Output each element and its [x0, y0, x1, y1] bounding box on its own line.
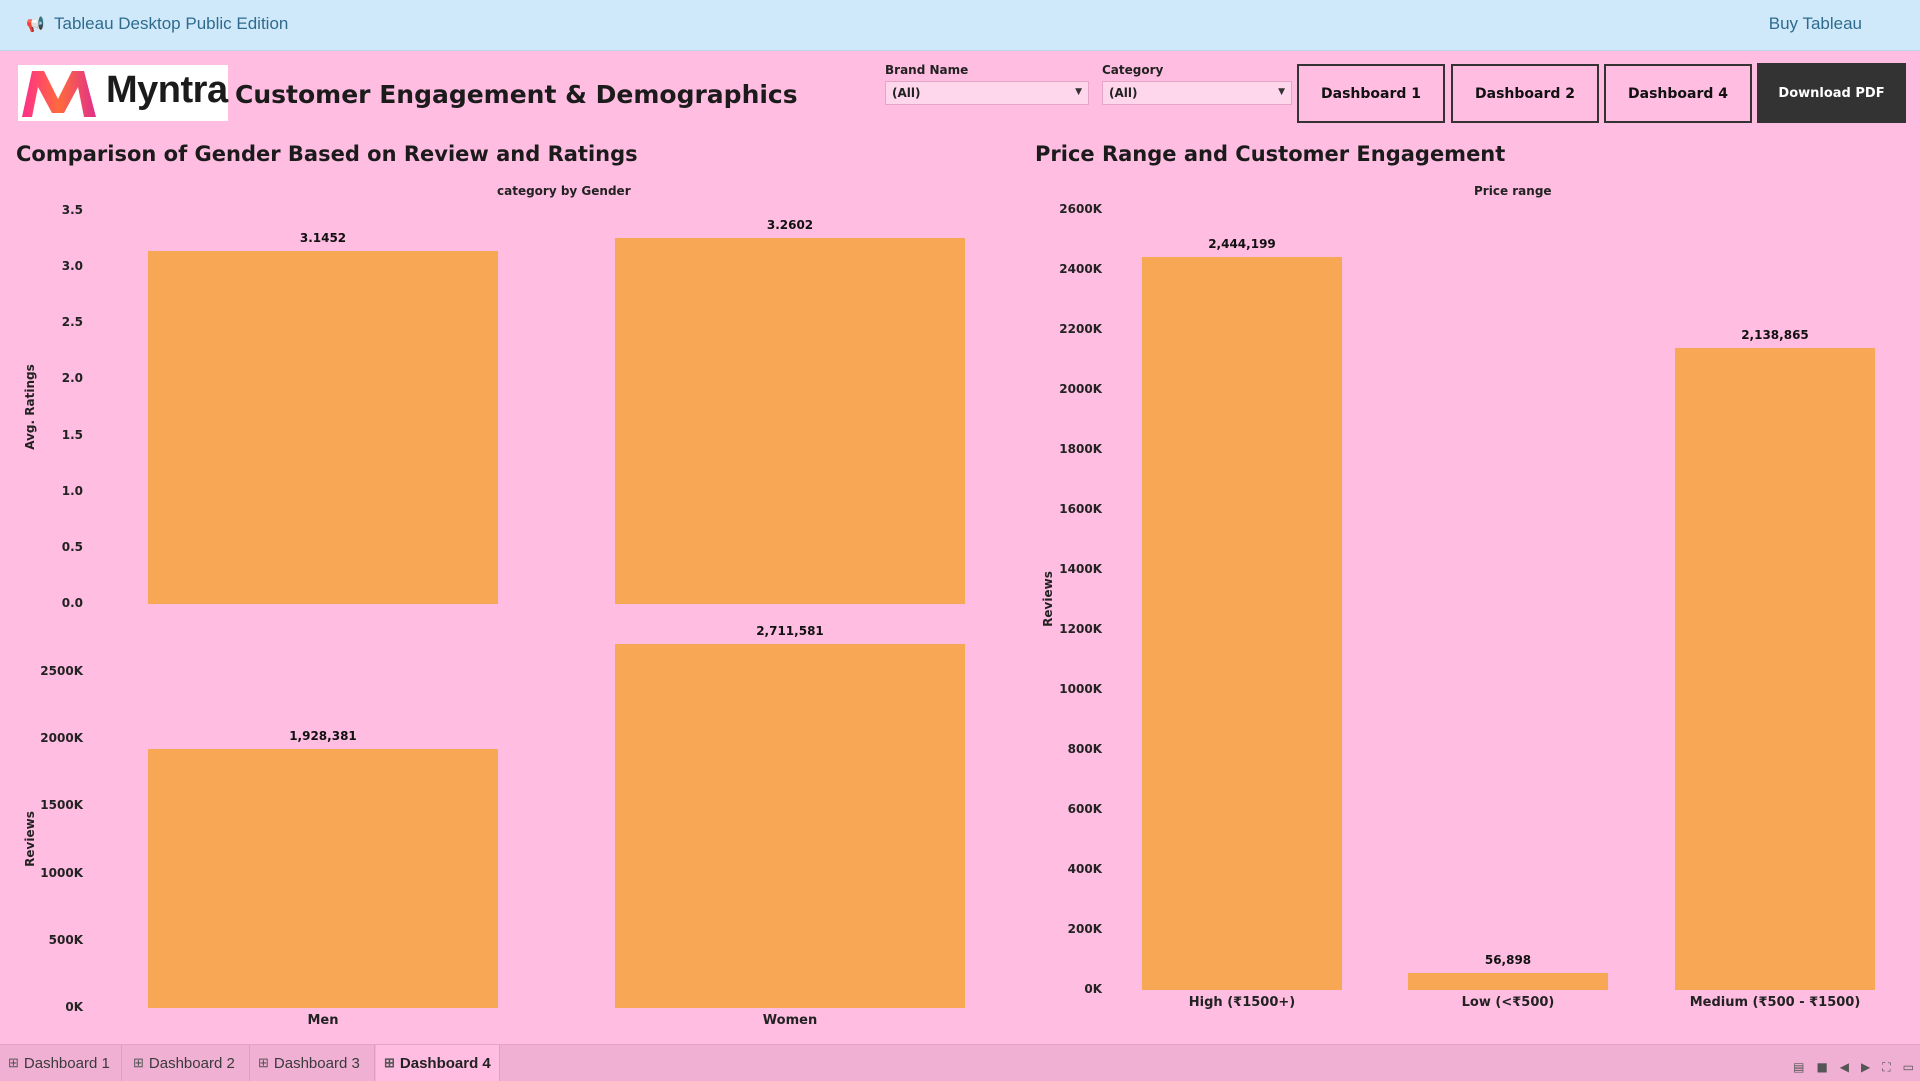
bar-medium-500-1500[interactable]: [1675, 348, 1875, 990]
chevron-down-icon: ▼: [1278, 87, 1285, 97]
fullscreen-icon[interactable]: ⛶: [1882, 1060, 1890, 1075]
tab-dashboard-1[interactable]: ⊞ Dashboard 1: [0, 1045, 122, 1081]
download-pdf-button[interactable]: Download PDF: [1757, 63, 1906, 123]
y-tick-label: 1500K: [40, 798, 83, 813]
bar-low-500[interactable]: [1408, 972, 1608, 990]
tab-label: Dashboard 3: [273, 1054, 360, 1072]
y-tick-label: 0K: [1084, 982, 1102, 996]
right-chart-title: Price Range and Customer Engagement: [1035, 142, 1506, 166]
y-tick-label: 2000K: [1059, 382, 1102, 396]
y-tick-label: 3.5: [61, 203, 83, 217]
bar-data-label: 3.1452: [299, 230, 347, 245]
y-tick-label: 1200K: [1059, 622, 1102, 636]
dashboard-grid-icon: ⊞: [258, 1055, 269, 1070]
logo-wordmark: Myntra: [106, 69, 228, 111]
brand-name-label: Brand Name: [885, 63, 969, 77]
bar-data-label: 56,898: [1484, 952, 1532, 967]
category-filter: Category (All) ▼: [1102, 63, 1292, 105]
dashboard-1-button[interactable]: Dashboard 1: [1297, 64, 1445, 123]
next-sheet-icon[interactable]: ▶: [1861, 1060, 1870, 1075]
category-value: (All): [1109, 86, 1138, 100]
x-category-label: Low (<₹500): [1461, 995, 1555, 1010]
y-tick-label: 1800K: [1059, 442, 1102, 456]
right-chart-subtitle: Price range: [1474, 184, 1552, 198]
bar-men[interactable]: [148, 748, 498, 1008]
brand-name-filter: Brand Name (All) ▼: [885, 63, 1089, 105]
y-tick-label: 400K: [1067, 862, 1102, 876]
x-category-label: Men: [307, 1013, 339, 1028]
bar-women[interactable]: [615, 643, 965, 1008]
presentation-icon[interactable]: ▭: [1903, 1060, 1914, 1075]
y-tick-label: 2200K: [1059, 322, 1102, 336]
y-tick-label: 800K: [1067, 742, 1102, 756]
single-sheet-icon[interactable]: ■: [1816, 1060, 1827, 1075]
brand-name-dropdown[interactable]: (All) ▼: [885, 81, 1089, 105]
y-tick-label: 500K: [48, 932, 83, 947]
y-tick-label: 3.0: [61, 259, 83, 274]
y-tick-label: 2500K: [40, 664, 83, 678]
y-tick-label: 600K: [1067, 802, 1102, 816]
dashboard-grid-icon: ⊞: [384, 1055, 395, 1070]
filmstrip-icon[interactable]: ▤: [1793, 1060, 1804, 1075]
dashboard-grid-icon: ⊞: [133, 1055, 144, 1070]
dashboard-title: Customer Engagement & Demographics: [235, 80, 798, 109]
bar-data-label: 2,138,865: [1741, 328, 1809, 343]
bar-data-label: 2,444,199: [1208, 236, 1276, 251]
megaphone-icon[interactable]: 📢: [26, 15, 45, 33]
view-controls: ▤ ■ ◀ ▶ ⛶ ▭: [1793, 1060, 1914, 1075]
left-chart-title: Comparison of Gender Based on Review and…: [16, 142, 638, 166]
category-dropdown[interactable]: (All) ▼: [1102, 81, 1292, 105]
sheet-tab-bar: ⊞ Dashboard 1 ⊞ Dashboard 2 ⊞ Dashboard …: [0, 1044, 1920, 1081]
dashboard-4-button[interactable]: Dashboard 4: [1604, 64, 1752, 123]
myntra-logo: Myntra: [18, 65, 228, 121]
y-tick-label: 2600K: [1059, 202, 1102, 216]
bar-men[interactable]: [148, 250, 498, 604]
x-category-label: High (₹1500+): [1188, 995, 1296, 1010]
bar-data-label: 1,928,381: [289, 728, 357, 743]
y-tick-label: 2.5: [61, 315, 83, 330]
y-tick-label: 200K: [1067, 922, 1102, 936]
brand-name-value: (All): [892, 86, 921, 100]
app-topbar: 📢 Tableau Desktop Public Edition Buy Tab…: [0, 0, 1920, 51]
left-chart-subtitle: category by Gender: [497, 184, 631, 198]
tab-dashboard-3[interactable]: ⊞ Dashboard 3: [250, 1045, 375, 1081]
y-tick-label: 1.0: [61, 483, 83, 498]
dashboard-2-button[interactable]: Dashboard 2: [1451, 64, 1599, 123]
bar-data-label: 2,711,581: [756, 623, 824, 638]
bar-data-label: 3.2602: [766, 217, 814, 232]
y-tick-label: 2400K: [1059, 262, 1102, 276]
bar-high-1500[interactable]: [1142, 256, 1342, 990]
y-tick-label: 1600K: [1059, 502, 1102, 516]
y-tick-label: 2000K: [40, 731, 83, 746]
tab-dashboard-2[interactable]: ⊞ Dashboard 2: [125, 1045, 250, 1081]
dashboard-grid-icon: ⊞: [8, 1055, 19, 1070]
y-tick-label: 1000K: [1059, 682, 1102, 696]
chevron-down-icon: ▼: [1075, 87, 1082, 97]
y-tick-label: 0K: [65, 1000, 83, 1014]
tab-label: Dashboard 1: [23, 1054, 110, 1072]
y-tick-label: 1.5: [61, 427, 83, 442]
y-tick-label: 0.5: [61, 539, 83, 554]
category-label: Category: [1102, 63, 1164, 77]
y-tick-label: 1000K: [40, 865, 83, 880]
app-title: Tableau Desktop Public Edition: [54, 14, 289, 33]
y-tick-label: 1400K: [1059, 562, 1102, 576]
previous-sheet-icon[interactable]: ◀: [1840, 1060, 1849, 1075]
tab-label: Dashboard 4: [399, 1054, 491, 1072]
y-tick-label: 0.0: [61, 596, 83, 610]
tab-label: Dashboard 2: [148, 1054, 235, 1072]
tab-dashboard-4[interactable]: ⊞ Dashboard 4: [376, 1045, 500, 1081]
x-category-label: Women: [762, 1013, 818, 1028]
bar-women[interactable]: [615, 237, 965, 604]
y-tick-label: 2.0: [61, 371, 83, 386]
buy-tableau-link[interactable]: Buy Tableau: [1769, 14, 1862, 34]
x-category-label: Medium (₹500 - ₹1500): [1689, 995, 1861, 1010]
